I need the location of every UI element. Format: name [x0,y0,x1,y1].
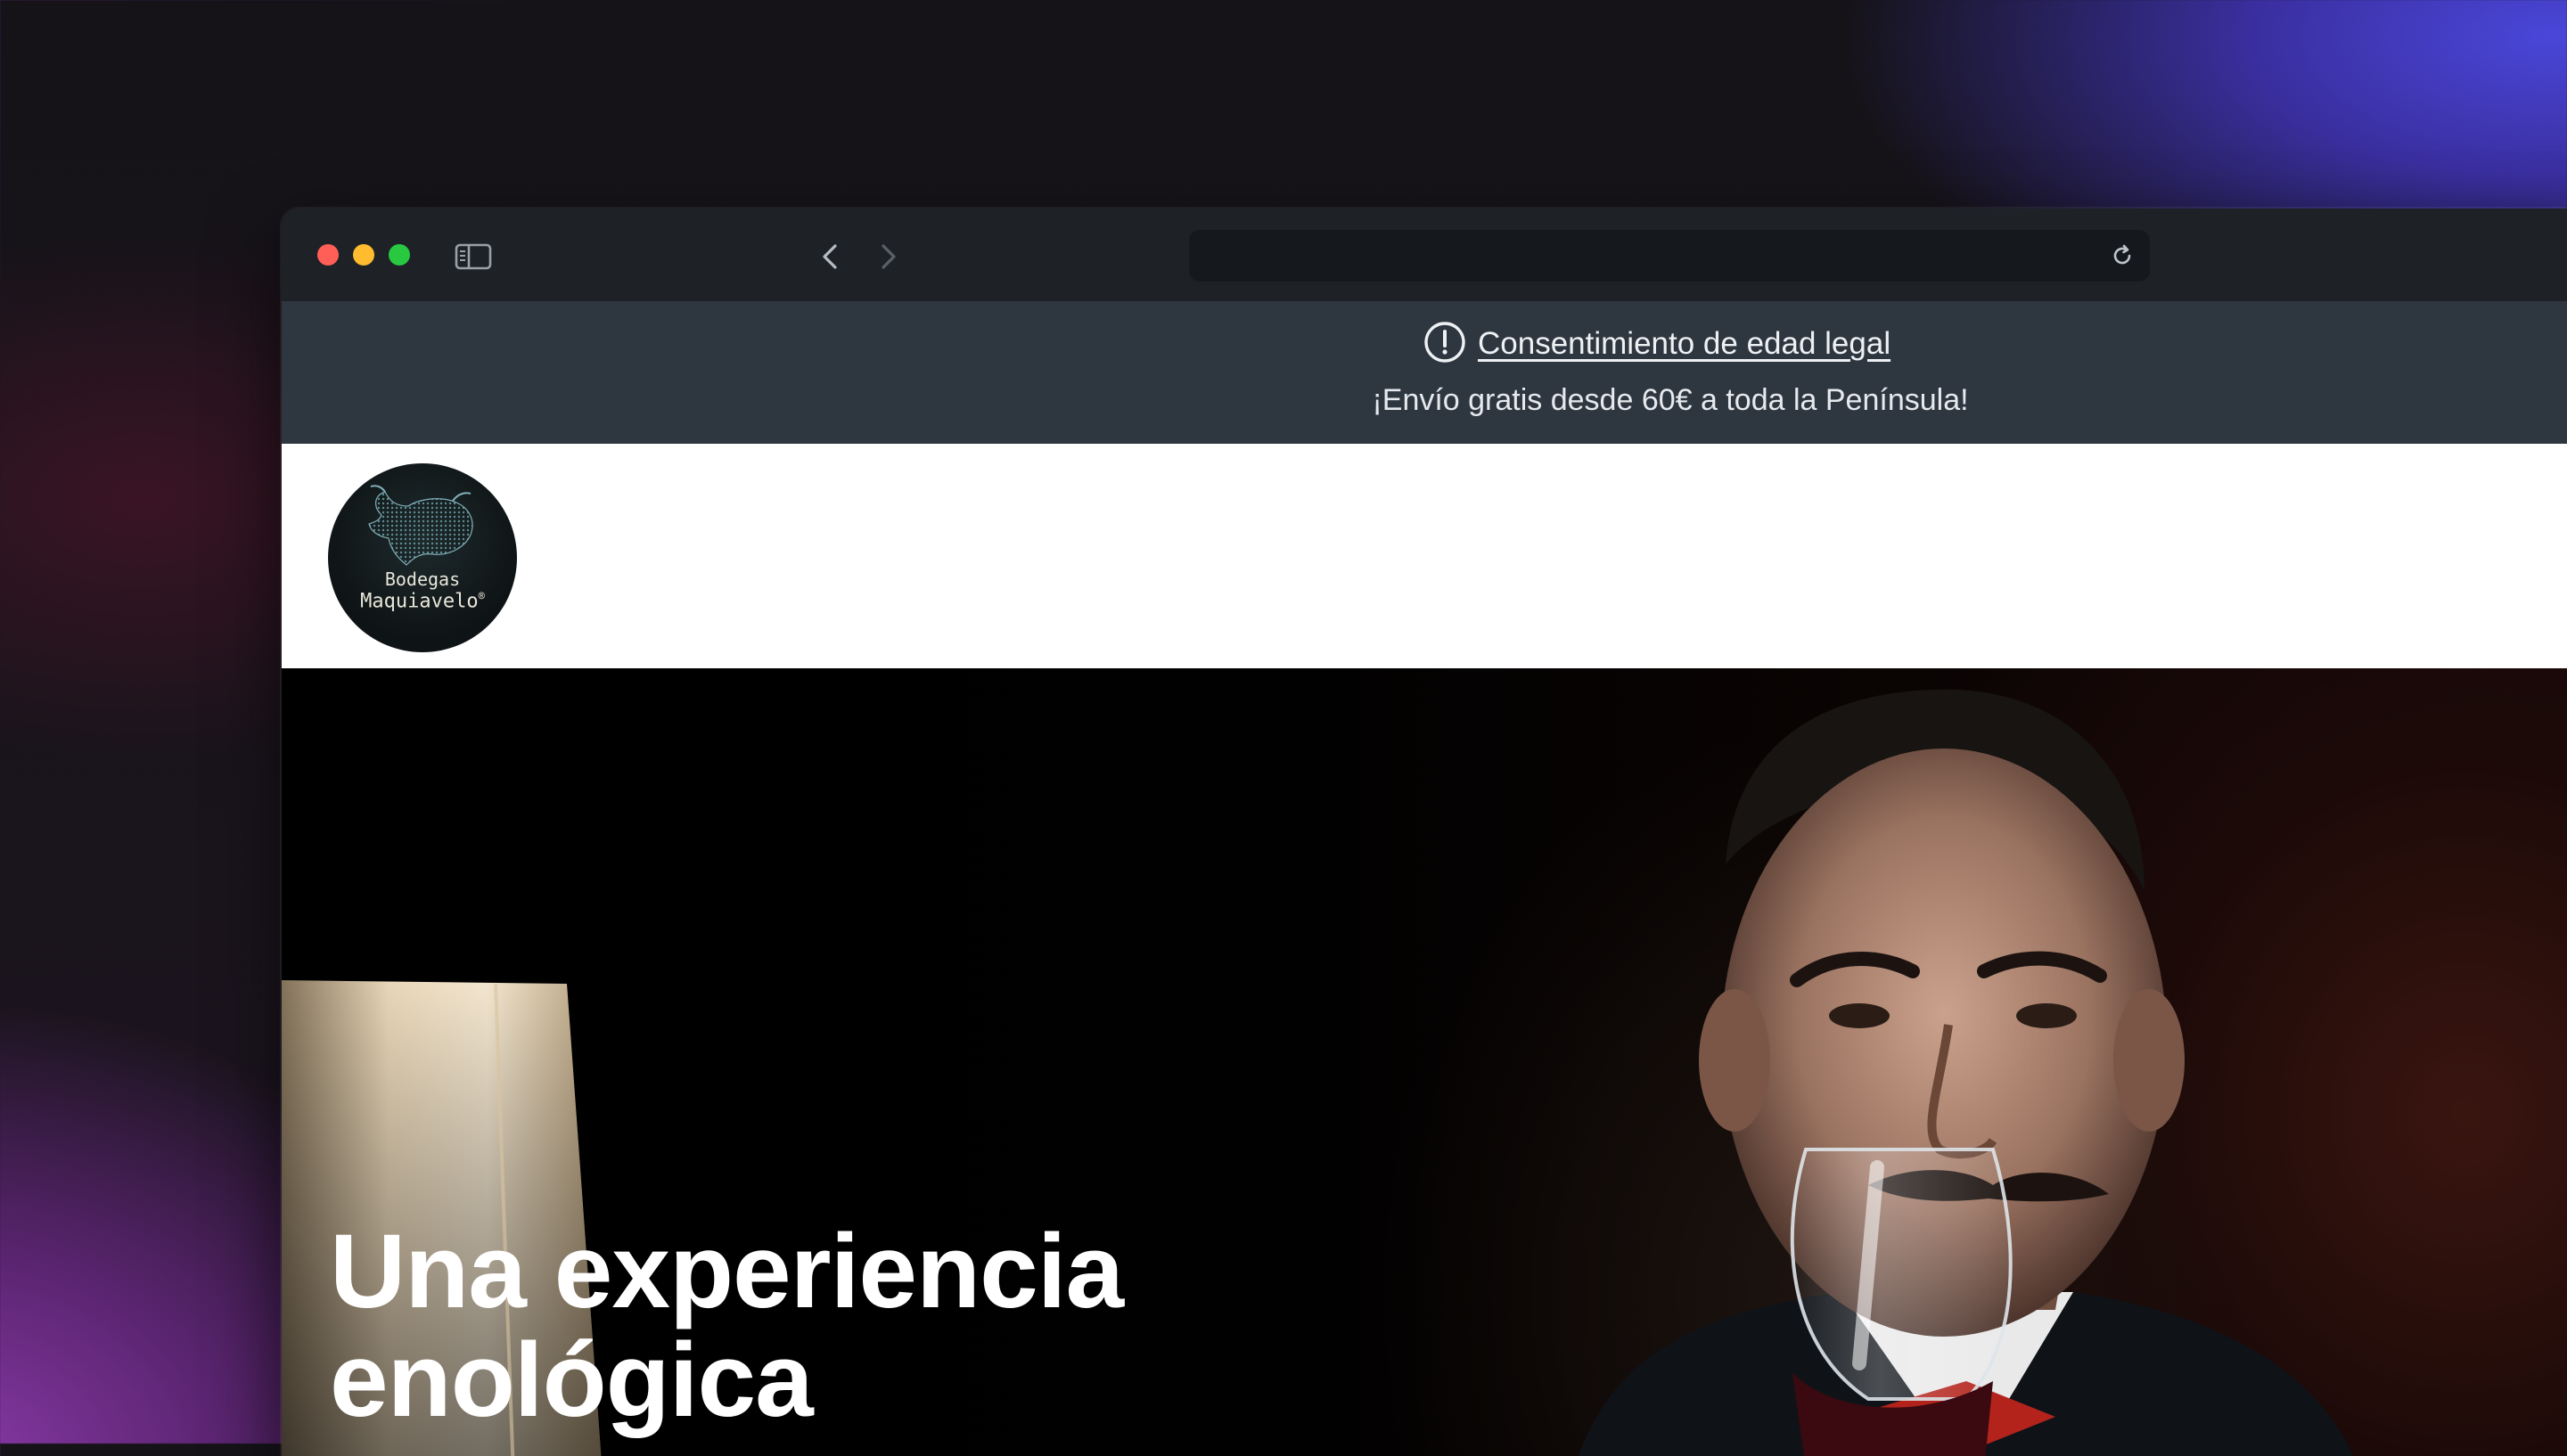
reload-icon[interactable] [2107,241,2137,271]
bull-logo-icon [368,485,473,566]
close-window-button[interactable] [317,244,339,266]
browser-window: Consentimiento de edad legal ¡Envío grat… [282,209,2567,1456]
logo-text-line2: Maquiavelo® [328,590,517,612]
logo-text-line1: Bodegas [384,568,461,590]
announcement-bar: Consentimiento de edad legal ¡Envío grat… [282,301,2567,444]
age-consent: Consentimiento de edad legal [1423,321,1890,367]
free-shipping-text: ¡Envío gratis desde 60€ a toda la Peníns… [1372,383,1969,417]
address-bar[interactable] [1189,230,2150,282]
brand-logo[interactable]: Bodegas Maquiavelo® [328,463,517,652]
registered-mark: ® [478,590,485,602]
sommelier-image [1579,689,2353,1456]
chevron-left-icon[interactable] [813,239,849,274]
minimize-window-button[interactable] [353,244,374,266]
hero-section: Una experiencia enológica [282,668,2567,1456]
sidebar-icon[interactable] [455,242,492,271]
logo-wordmark: Maquiavelo [360,590,479,613]
hero-title-line2: enológica [330,1321,814,1439]
browser-titlebar [282,209,2567,301]
age-consent-link[interactable]: Consentimiento de edad legal [1478,326,1890,362]
hero-title-line1: Una experiencia [330,1213,1124,1330]
chevron-right-icon[interactable] [870,239,906,274]
zoom-window-button[interactable] [389,244,410,266]
site-header: Bodegas Maquiavelo® [282,444,2567,668]
hero-title: Una experiencia enológica [330,1213,1124,1439]
alert-circle-icon [1423,320,1467,369]
